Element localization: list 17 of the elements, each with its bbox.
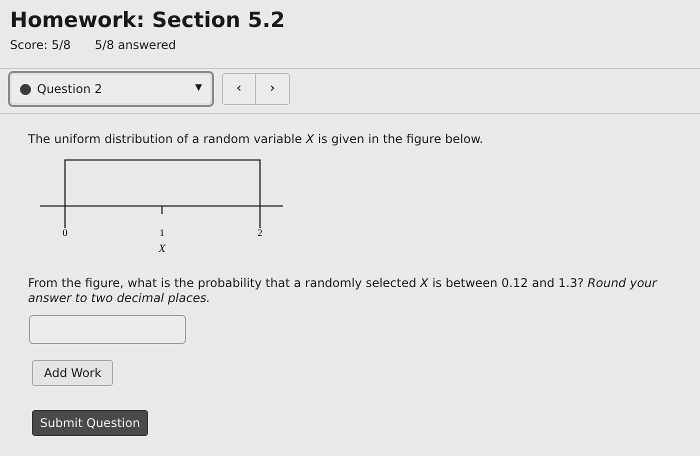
answer-field[interactable] — [29, 315, 186, 344]
intro-text: The uniform distribution of a random variable X is given in the figure below. — [28, 131, 484, 148]
tick-label: 2 — [258, 228, 262, 239]
status-dot-icon — [20, 84, 31, 94]
answered-count: 5/8 answered — [94, 37, 176, 54]
previous-button[interactable]: ‹ — [222, 73, 256, 105]
add-work-button[interactable]: Add Work — [32, 360, 114, 386]
question-dropdown[interactable]: Question 2 ▼ — [8, 71, 214, 107]
question-text: From the figure, what is the probability that a randomly selected X is between 0.12 and 1.3? Round your answer to two decimal places. — [28, 276, 658, 306]
page-title: Homework: Section 5.2 — [10, 7, 286, 34]
submit-button[interactable]: Submit Question — [32, 410, 148, 436]
axis-label: X — [158, 243, 166, 255]
score-text: Score: 5/8 — [10, 37, 71, 54]
next-button[interactable]: › — [256, 73, 290, 105]
tick-label: 0 — [62, 228, 68, 239]
caret-icon: ▼ — [195, 82, 202, 96]
tick-label: 1 — [160, 228, 164, 239]
